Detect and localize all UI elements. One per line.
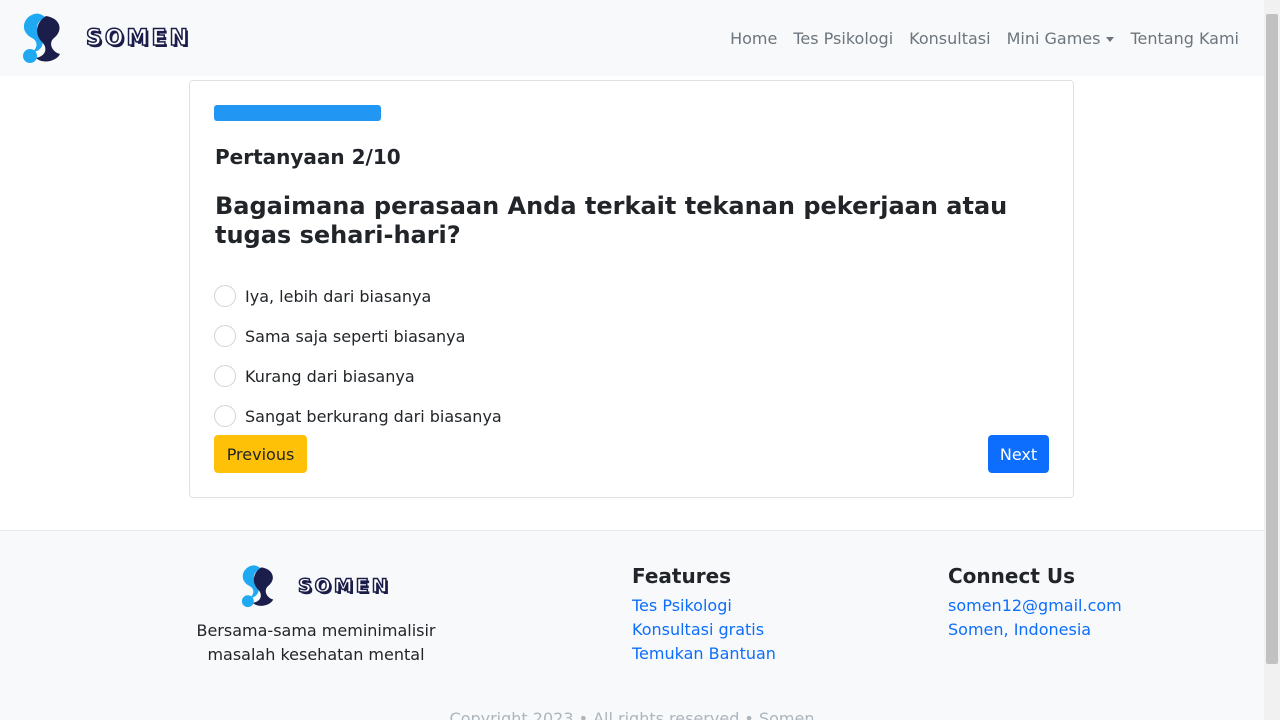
radio-button[interactable]: [214, 325, 236, 347]
quiz-card: Pertanyaan 2/10 Bagaimana perasaan Anda …: [189, 80, 1074, 498]
footer-features: Features Tes Psikologi Konsultasi gratis…: [632, 564, 776, 666]
question-counter: Pertanyaan 2/10: [215, 145, 401, 169]
radio-button[interactable]: [214, 285, 236, 307]
nav-item-mini-games-label: Mini Games: [1006, 28, 1101, 48]
answer-option[interactable]: Iya, lebih dari biasanya: [214, 276, 502, 316]
footer-features-heading: Features: [632, 564, 732, 588]
answer-option-label: Sangat berkurang dari biasanya: [245, 406, 502, 426]
quiz-progress: [214, 105, 1049, 121]
nav-item-home[interactable]: Home: [730, 29, 777, 48]
nav-item-mini-games-dropdown[interactable]: Mini Games: [1007, 29, 1115, 48]
answer-option-label: Sama saja seperti biasanya: [245, 326, 466, 346]
footer-link-konsultasi-gratis[interactable]: Konsultasi gratis: [632, 618, 776, 642]
page-scrollbar[interactable]: [1264, 0, 1280, 720]
somen-logo-icon: [23, 13, 60, 63]
radio-button[interactable]: [214, 365, 236, 387]
scrollbar-thumb[interactable]: [1266, 14, 1278, 664]
footer-link-temukan-bantuan[interactable]: Temukan Bantuan: [632, 642, 776, 666]
answer-option-label: Kurang dari biasanya: [245, 366, 415, 386]
nav-item-konsultasi[interactable]: Konsultasi: [909, 29, 990, 48]
footer-brand-name: SOMEN: [297, 574, 391, 598]
footer-brand: SOMEN: [236, 564, 391, 608]
radio-button[interactable]: [214, 405, 236, 427]
footer-connect-heading: Connect Us: [948, 564, 1075, 588]
navbar: SOMEN Home Tes Psikologi Konsultasi Mini…: [0, 0, 1264, 76]
brand-link[interactable]: SOMEN: [16, 12, 191, 64]
footer: SOMEN Bersama-sama meminimalisir masalah…: [0, 530, 1264, 720]
answer-option[interactable]: Sama saja seperti biasanya: [214, 316, 502, 356]
question-text: Bagaimana perasaan Anda terkait tekanan …: [215, 192, 1008, 249]
answer-options: Iya, lebih dari biasanya Sama saja seper…: [214, 276, 502, 436]
somen-logo-icon: [241, 565, 274, 608]
nav-links: Home Tes Psikologi Konsultasi Mini Games…: [714, 0, 1239, 76]
nav-item-tes-psikologi[interactable]: Tes Psikologi: [793, 29, 893, 48]
answer-option-label: Iya, lebih dari biasanya: [245, 286, 432, 306]
brand-name: SOMEN: [85, 25, 191, 52]
next-button[interactable]: Next: [988, 435, 1049, 473]
footer-link-tes-psikologi[interactable]: Tes Psikologi: [632, 594, 776, 618]
progress-bar-fill: [214, 105, 381, 121]
footer-tagline: Bersama-sama meminimalisir masalah keseh…: [196, 621, 436, 664]
nav-item-tentang-kami[interactable]: Tentang Kami: [1130, 29, 1239, 48]
answer-option[interactable]: Sangat berkurang dari biasanya: [214, 396, 502, 436]
footer-connect: Connect Us somen12@gmail.com Somen, Indo…: [948, 564, 1122, 642]
previous-button[interactable]: Previous: [214, 435, 307, 473]
footer-link-location[interactable]: Somen, Indonesia: [948, 618, 1122, 642]
footer-link-email[interactable]: somen12@gmail.com: [948, 594, 1122, 618]
copyright-text: Copyright 2023 • All rights reserved • S…: [449, 709, 815, 720]
caret-down-icon: [1106, 36, 1115, 42]
answer-option[interactable]: Kurang dari biasanya: [214, 356, 502, 396]
